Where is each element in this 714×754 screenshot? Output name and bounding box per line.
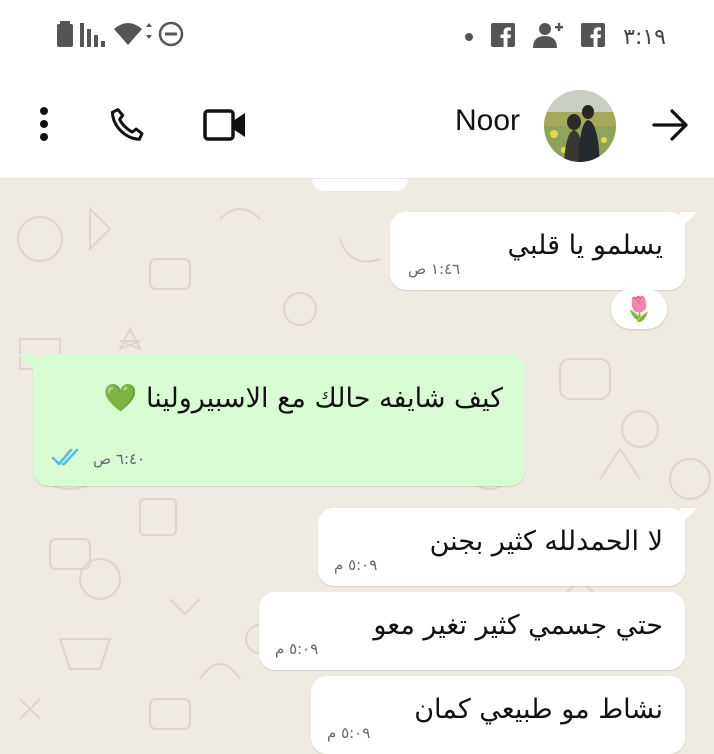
avatar[interactable] <box>544 90 616 162</box>
message-bubble-incoming[interactable]: حتي جسمي كثير تغير معو ٥:٠٩ م <box>259 592 685 670</box>
video-call-button[interactable] <box>200 102 250 148</box>
phone-icon <box>110 108 144 141</box>
message-text: يسلمو يا قلبي <box>507 230 663 261</box>
bubble-tail <box>680 212 698 228</box>
tulip-emoji-icon: 🌷 <box>624 295 654 323</box>
bubble-tail <box>18 354 36 370</box>
more-vert-icon <box>40 107 48 141</box>
more-options-button[interactable] <box>24 104 64 144</box>
previous-message-stub <box>312 179 408 191</box>
message-time: ٥:٠٩ م <box>327 724 371 742</box>
message-text: كيف شايفه حالك مع الاسبيرولينا 💚 <box>103 383 503 414</box>
status-time: ٣:١٩ <box>623 24 666 50</box>
add-contact-icon <box>533 22 564 52</box>
video-call-icon <box>203 109 245 141</box>
read-receipt-icon <box>51 446 85 472</box>
chat-area[interactable]: يسلمو يا قلبي ١:٤٦ ص 🌷 كيف شايفه حالك مع… <box>0 179 714 754</box>
facebook-icon <box>581 23 606 51</box>
battery-icon <box>56 21 74 51</box>
facebook-icon <box>491 23 516 51</box>
wifi-icon <box>112 21 152 51</box>
message-bubble-incoming[interactable]: يسلمو يا قلبي ١:٤٦ ص <box>390 212 685 290</box>
message-reaction[interactable]: 🌷 <box>611 289 667 329</box>
chat-header: Noor <box>0 70 714 179</box>
status-left <box>56 21 184 51</box>
message-text: لا الحمدلله كثير بجنن <box>429 526 663 557</box>
message-bubble-outgoing[interactable]: كيف شايفه حالك مع الاسبيرولينا 💚 ٦:٤٠ ص <box>33 354 525 486</box>
message-text: نشاط مو طبيعي كمان <box>414 694 663 725</box>
notification-dot-icon <box>465 33 474 41</box>
message-text: حتي جسمي كثير تغير معو <box>373 610 663 641</box>
back-button[interactable] <box>650 104 692 146</box>
voice-call-button[interactable] <box>104 102 150 148</box>
message-bubble-incoming[interactable]: لا الحمدلله كثير بجنن ٥:٠٩ م <box>318 508 685 586</box>
message-time: ٥:٠٩ م <box>275 640 319 658</box>
message-bubble-incoming[interactable]: نشاط مو طبيعي كمان ٥:٠٩ م <box>311 676 685 754</box>
message-time: ٦:٤٠ ص <box>93 450 146 468</box>
back-arrow-icon <box>652 109 688 141</box>
contact-name[interactable]: Noor <box>455 104 520 138</box>
message-time: ٥:٠٩ م <box>334 556 378 574</box>
status-bar: ٣:١٩ <box>0 0 714 70</box>
message-time: ١:٤٦ ص <box>408 260 461 278</box>
do-not-disturb-icon <box>158 21 184 51</box>
signal-icon <box>80 21 106 51</box>
bubble-tail <box>680 508 698 524</box>
status-right: ٣:١٩ <box>465 22 666 52</box>
